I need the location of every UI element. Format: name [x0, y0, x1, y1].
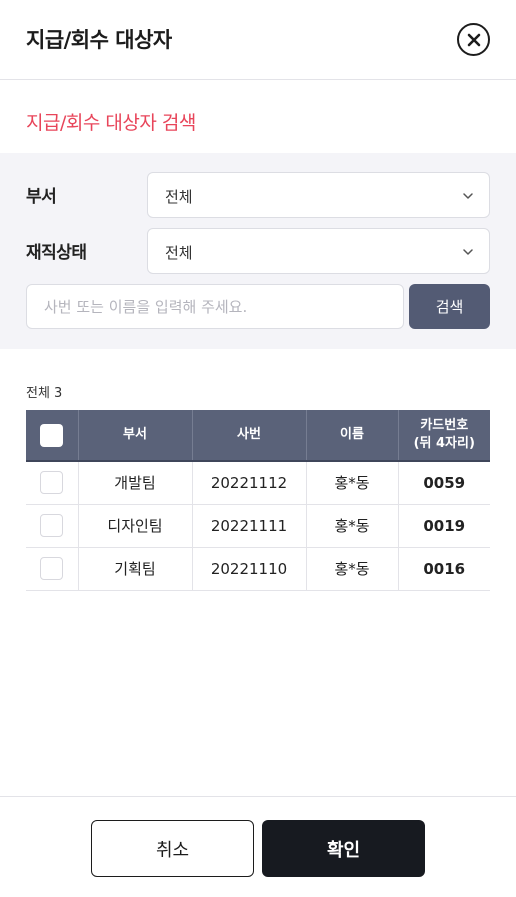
modal-header: 지급/회수 대상자 — [0, 0, 516, 80]
table-row[interactable]: 개발팀 20221112 홍*동 0059 — [26, 460, 490, 505]
row-checkbox[interactable] — [40, 514, 64, 537]
results-table: 부서 사번 이름 카드번호 (뒤 4자리) 개발팀 20221112 홍*동 0… — [26, 410, 490, 591]
row-card-number: 0016 — [397, 547, 490, 591]
keyword-search-input[interactable] — [26, 284, 404, 329]
row-department: 기획팀 — [77, 547, 192, 591]
column-department: 부서 — [77, 410, 192, 461]
search-button[interactable]: 검색 — [409, 284, 490, 329]
chevron-down-icon — [463, 249, 473, 255]
row-department: 디자인팀 — [77, 504, 192, 548]
department-select-value: 전체 — [165, 188, 193, 206]
table-row[interactable]: 기획팀 20221110 홍*동 0016 — [26, 547, 490, 591]
modal-footer: 취소 확인 — [0, 796, 516, 897]
column-name: 이름 — [305, 410, 398, 461]
row-employee-id: 20221111 — [191, 504, 306, 548]
modal-title: 지급/회수 대상자 — [26, 28, 172, 52]
select-all-checkbox[interactable] — [40, 423, 64, 447]
column-card-number-sub: (뒤 4자리) — [413, 436, 475, 451]
close-icon — [467, 33, 480, 46]
chevron-down-icon — [463, 193, 473, 199]
select-all-cell — [26, 410, 78, 461]
column-employee-id: 사번 — [191, 410, 306, 461]
column-card-number: 카드번호 (뒤 4자리) — [397, 410, 490, 461]
table-header-row: 부서 사번 이름 카드번호 (뒤 4자리) — [26, 410, 490, 461]
row-checkbox[interactable] — [40, 471, 64, 495]
row-card-number: 0019 — [397, 504, 490, 548]
employment-status-label: 재직상태 — [26, 243, 87, 263]
row-name: 홍*동 — [305, 460, 398, 505]
total-count: 전체 3 — [26, 386, 63, 401]
close-button[interactable] — [457, 23, 490, 56]
department-select[interactable]: 전체 — [147, 172, 490, 218]
employment-status-select-value: 전체 — [165, 244, 193, 262]
search-section-title: 지급/회수 대상자 검색 — [26, 112, 196, 134]
row-card-number: 0059 — [397, 460, 490, 505]
row-employee-id: 20221112 — [191, 460, 306, 505]
confirm-button[interactable]: 확인 — [262, 820, 425, 877]
row-checkbox[interactable] — [40, 557, 64, 580]
row-department: 개발팀 — [77, 460, 192, 505]
employment-status-select[interactable]: 전체 — [147, 228, 490, 274]
row-name: 홍*동 — [305, 547, 398, 591]
row-employee-id: 20221110 — [191, 547, 306, 591]
cancel-button[interactable]: 취소 — [91, 820, 254, 877]
row-name: 홍*동 — [305, 504, 398, 548]
column-card-number-title: 카드번호 — [420, 418, 469, 433]
table-row[interactable]: 디자인팀 20221111 홍*동 0019 — [26, 504, 490, 548]
department-label: 부서 — [26, 187, 57, 207]
